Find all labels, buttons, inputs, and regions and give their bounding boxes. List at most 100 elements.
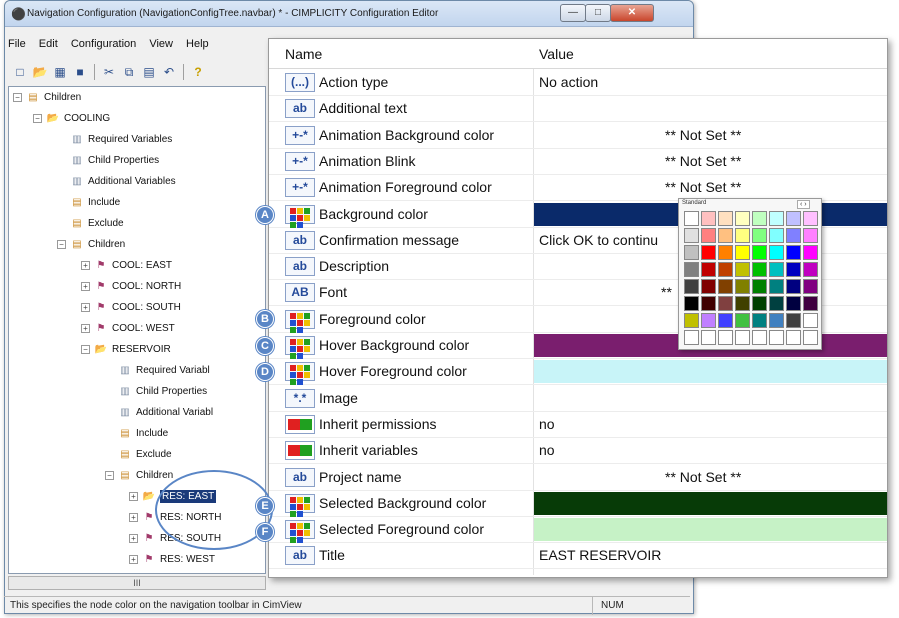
color-swatch[interactable] bbox=[735, 330, 750, 345]
property-row[interactable]: (...) Action type No action bbox=[269, 70, 887, 96]
tree-node[interactable]: ▥ Child Properties bbox=[105, 383, 207, 401]
property-value[interactable]: Click OK to continu bbox=[539, 232, 658, 248]
color-swatch[interactable] bbox=[735, 313, 750, 328]
picker-arrows[interactable]: ‹ › bbox=[797, 200, 810, 209]
color-swatch[interactable] bbox=[752, 313, 767, 328]
color-swatch[interactable] bbox=[718, 279, 733, 294]
new-icon[interactable]: □ bbox=[12, 64, 28, 80]
color-swatch[interactable] bbox=[735, 211, 750, 226]
tree-node[interactable]: − ▤ Children bbox=[13, 89, 81, 107]
color-swatch[interactable] bbox=[684, 245, 699, 260]
column-header-name[interactable]: Name bbox=[285, 46, 322, 62]
color-swatch[interactable] bbox=[752, 211, 767, 226]
property-row[interactable]: Inherit variables no bbox=[269, 438, 887, 465]
color-swatch[interactable] bbox=[786, 330, 801, 345]
tree-node[interactable]: + ⚑ COOL: EAST bbox=[81, 257, 172, 275]
close-button[interactable]: ✕ bbox=[610, 4, 654, 22]
property-row[interactable]: Hover Foreground color bbox=[269, 359, 887, 386]
property-value[interactable]: EAST RESERVOIR bbox=[539, 547, 661, 563]
color-swatch[interactable] bbox=[803, 245, 818, 260]
tree-node[interactable]: ▤ Include bbox=[57, 194, 120, 212]
tree-node[interactable]: ▤ Exclude bbox=[105, 446, 171, 464]
color-swatch[interactable] bbox=[769, 313, 784, 328]
color-swatch[interactable] bbox=[684, 211, 699, 226]
collapse-icon[interactable]: − bbox=[13, 92, 22, 102]
color-swatch[interactable] bbox=[769, 279, 784, 294]
color-swatch[interactable] bbox=[769, 262, 784, 277]
color-swatch[interactable] bbox=[752, 262, 767, 277]
property-value[interactable]: ** Not Set ** bbox=[665, 153, 741, 169]
property-row[interactable]: Selected Foreground color bbox=[269, 517, 887, 544]
collapse-icon[interactable]: − bbox=[105, 470, 114, 480]
color-value-swatch[interactable] bbox=[534, 491, 887, 515]
color-swatch[interactable] bbox=[684, 228, 699, 243]
color-swatch[interactable] bbox=[701, 211, 716, 226]
color-swatch[interactable] bbox=[718, 228, 733, 243]
color-swatch[interactable] bbox=[735, 262, 750, 277]
property-value[interactable]: ** Not Set ** bbox=[665, 179, 741, 195]
color-swatch[interactable] bbox=[684, 330, 699, 345]
color-swatch[interactable] bbox=[752, 279, 767, 294]
color-swatch[interactable] bbox=[701, 228, 716, 243]
color-swatch[interactable] bbox=[718, 211, 733, 226]
property-row[interactable]: Selected Background color bbox=[269, 491, 887, 517]
color-swatch[interactable] bbox=[718, 262, 733, 277]
color-swatch[interactable] bbox=[786, 262, 801, 277]
cut-icon[interactable]: ✂ bbox=[101, 64, 117, 80]
color-swatch[interactable] bbox=[684, 262, 699, 277]
tree-node[interactable]: − 📂 COOLING bbox=[33, 110, 110, 128]
color-swatch[interactable] bbox=[803, 211, 818, 226]
tree-node[interactable]: ▥ Child Properties bbox=[57, 152, 159, 170]
tree-node[interactable]: ▥ Additional Variables bbox=[57, 173, 175, 191]
property-row[interactable]: *.* Image bbox=[269, 386, 887, 412]
color-swatch[interactable] bbox=[769, 211, 784, 226]
tree-node[interactable]: ▤ Include bbox=[105, 425, 168, 443]
color-swatch[interactable] bbox=[684, 313, 699, 328]
tree-node[interactable]: ▥ Required Variables bbox=[57, 131, 172, 149]
color-swatch[interactable] bbox=[718, 296, 733, 311]
color-swatch[interactable] bbox=[769, 245, 784, 260]
tree-horizontal-scrollbar[interactable]: III bbox=[8, 576, 266, 590]
maximize-button[interactable]: □ bbox=[585, 4, 611, 22]
color-swatch[interactable] bbox=[735, 245, 750, 260]
tree-node[interactable]: − ▤ Children bbox=[105, 467, 173, 485]
color-swatch[interactable] bbox=[718, 313, 733, 328]
color-swatch[interactable] bbox=[701, 330, 716, 345]
property-value[interactable]: ** bbox=[661, 284, 672, 300]
color-swatch[interactable] bbox=[684, 279, 699, 294]
property-row[interactable]: ab Additional text bbox=[269, 96, 887, 123]
copy-icon[interactable]: ⧉ bbox=[121, 64, 137, 80]
color-swatch[interactable] bbox=[701, 245, 716, 260]
paste-icon[interactable]: ▤ bbox=[141, 64, 157, 80]
property-value[interactable]: ** Not Set ** bbox=[665, 127, 741, 143]
tree-node[interactable]: + ⚑ COOL: SOUTH bbox=[81, 299, 181, 317]
undo-icon[interactable]: ↶ bbox=[161, 64, 177, 80]
color-swatch[interactable] bbox=[786, 279, 801, 294]
color-swatch[interactable] bbox=[769, 228, 784, 243]
color-swatch[interactable] bbox=[803, 296, 818, 311]
expand-icon[interactable]: + bbox=[129, 512, 138, 522]
help-icon[interactable]: ? bbox=[190, 64, 206, 80]
menu-view[interactable]: View bbox=[149, 38, 173, 50]
tree-node[interactable]: + ⚑ COOL: WEST bbox=[81, 320, 175, 338]
tree-node[interactable]: ▥ Additional Variabl bbox=[105, 404, 213, 422]
color-swatch[interactable] bbox=[701, 313, 716, 328]
color-swatch[interactable] bbox=[735, 228, 750, 243]
color-swatch[interactable] bbox=[803, 262, 818, 277]
minimize-button[interactable]: — bbox=[560, 4, 586, 22]
open-icon[interactable]: 📂 bbox=[32, 64, 48, 80]
color-swatch[interactable] bbox=[752, 228, 767, 243]
color-swatch[interactable] bbox=[718, 330, 733, 345]
color-swatch[interactable] bbox=[752, 330, 767, 345]
menu-file[interactable]: File bbox=[8, 38, 26, 50]
color-swatch[interactable] bbox=[718, 245, 733, 260]
color-swatch[interactable] bbox=[803, 330, 818, 345]
properties-icon[interactable]: ▦ bbox=[52, 64, 68, 80]
property-value[interactable]: no bbox=[539, 416, 555, 432]
color-swatch[interactable] bbox=[786, 211, 801, 226]
expand-icon[interactable]: + bbox=[81, 260, 90, 270]
title-bar[interactable]: ⚫ Navigation Configuration (NavigationCo… bbox=[5, 1, 693, 27]
collapse-icon[interactable]: − bbox=[57, 239, 66, 249]
color-value-swatch[interactable] bbox=[534, 518, 887, 542]
color-swatch[interactable] bbox=[701, 279, 716, 294]
